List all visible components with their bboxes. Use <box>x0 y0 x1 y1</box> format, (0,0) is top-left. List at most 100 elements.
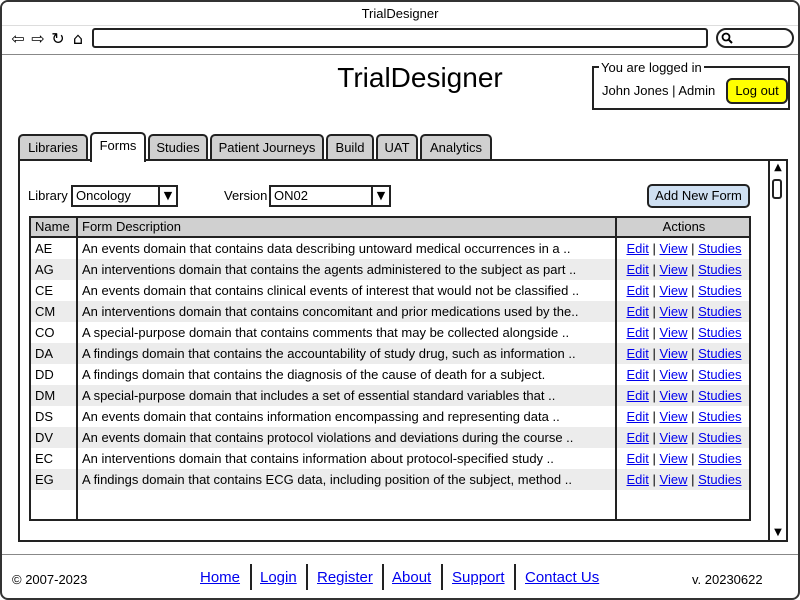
forward-icon[interactable]: ⇨ <box>28 29 48 49</box>
edit-link[interactable]: Edit <box>626 472 648 487</box>
edit-link[interactable]: Edit <box>626 409 648 424</box>
row-description: A findings domain that contains ECG data… <box>82 472 572 487</box>
row-description: An events domain that contains data desc… <box>82 241 571 256</box>
row-description: A special-purpose domain that contains c… <box>82 325 570 340</box>
window-title: TrialDesigner <box>2 2 798 26</box>
view-link[interactable]: View <box>660 241 688 256</box>
edit-link[interactable]: Edit <box>626 346 648 361</box>
row-name: DA <box>35 346 54 361</box>
studies-link[interactable]: Studies <box>698 367 741 382</box>
column-header-actions: Actions <box>662 219 706 234</box>
forms-table: Name Form Description Actions AE An event… <box>29 216 751 521</box>
view-link[interactable]: View <box>660 346 688 361</box>
edit-link[interactable]: Edit <box>626 241 648 256</box>
edit-link[interactable]: Edit <box>626 451 648 466</box>
action-separator: | <box>691 346 695 361</box>
row-actions: Edit | View | Studies <box>619 322 749 343</box>
footer-link-register[interactable]: Register <box>317 570 373 586</box>
edit-link[interactable]: Edit <box>626 283 648 298</box>
row-actions: Edit | View | Studies <box>619 238 749 259</box>
edit-link[interactable]: Edit <box>626 388 648 403</box>
studies-link[interactable]: Studies <box>698 241 741 256</box>
tab-build[interactable]: Build <box>326 134 374 160</box>
studies-link[interactable]: Studies <box>698 346 741 361</box>
view-link[interactable]: View <box>660 262 688 277</box>
scrollbar-thumb[interactable] <box>772 179 782 199</box>
address-bar[interactable] <box>92 28 708 48</box>
tab-studies[interactable]: Studies <box>148 134 208 160</box>
browser-toolbar: ⇦ ⇨ ↻ ⌂ <box>2 26 798 54</box>
scroll-down-icon[interactable]: ▼ <box>772 528 784 538</box>
tab-forms[interactable]: Forms <box>90 132 146 162</box>
edit-link[interactable]: Edit <box>626 430 648 445</box>
back-icon[interactable]: ⇦ <box>8 29 28 49</box>
scroll-up-icon[interactable]: ▲ <box>772 163 784 173</box>
column-header-description: Form Description <box>82 219 181 234</box>
edit-link[interactable]: Edit <box>626 367 648 382</box>
tab-patient-journeys[interactable]: Patient Journeys <box>210 134 324 160</box>
view-link[interactable]: View <box>660 325 688 340</box>
studies-link[interactable]: Studies <box>698 451 741 466</box>
action-separator: | <box>691 388 695 403</box>
reload-icon[interactable]: ↻ <box>48 29 68 49</box>
row-actions: Edit | View | Studies <box>619 280 749 301</box>
row-actions: Edit | View | Studies <box>619 343 749 364</box>
footer-divider <box>441 564 443 590</box>
row-name: DM <box>35 388 56 403</box>
footer-link-login[interactable]: Login <box>260 570 297 586</box>
table-row: CM An interventions domain that contains … <box>31 301 749 322</box>
view-link[interactable]: View <box>660 304 688 319</box>
view-link[interactable]: View <box>660 451 688 466</box>
home-icon[interactable]: ⌂ <box>68 29 88 49</box>
studies-link[interactable]: Studies <box>698 304 741 319</box>
studies-link[interactable]: Studies <box>698 325 741 340</box>
row-description: A findings domain that contains the acco… <box>82 346 576 361</box>
tab-analytics[interactable]: Analytics <box>420 134 492 160</box>
app-version: v. 20230622 <box>692 572 763 587</box>
row-description: A findings domain that contains the diag… <box>82 367 546 382</box>
browser-window: TrialDesigner ⇦ ⇨ ↻ ⌂ TrialDesigner You … <box>0 0 800 600</box>
action-separator: | <box>691 430 695 445</box>
row-description: An events domain that contains clinical … <box>82 283 580 298</box>
view-link[interactable]: View <box>660 472 688 487</box>
view-link[interactable]: View <box>660 388 688 403</box>
copyright: © 2007-2023 <box>12 572 88 587</box>
action-separator: | <box>652 367 656 382</box>
footer-link-contact-us[interactable]: Contact Us <box>525 570 599 586</box>
edit-link[interactable]: Edit <box>626 262 648 277</box>
add-new-form-button[interactable]: Add New Form <box>647 184 750 208</box>
login-status-label: You are logged in <box>599 60 704 76</box>
browser-search-box[interactable] <box>716 28 794 48</box>
studies-link[interactable]: Studies <box>698 430 741 445</box>
vertical-scrollbar[interactable]: ▲ ▼ <box>768 161 786 540</box>
library-select[interactable]: Oncology ▼ <box>71 185 178 207</box>
row-name: EG <box>35 472 54 487</box>
edit-link[interactable]: Edit <box>626 325 648 340</box>
tab-uat[interactable]: UAT <box>376 134 418 160</box>
edit-link[interactable]: Edit <box>626 304 648 319</box>
studies-link[interactable]: Studies <box>698 388 741 403</box>
view-link[interactable]: View <box>660 283 688 298</box>
footer-divider <box>382 564 384 590</box>
page-title: TrialDesigner <box>337 62 503 93</box>
studies-link[interactable]: Studies <box>698 409 741 424</box>
tab-libraries[interactable]: Libraries <box>18 134 88 160</box>
view-link[interactable]: View <box>660 367 688 382</box>
studies-link[interactable]: Studies <box>698 472 741 487</box>
search-icon <box>721 32 733 44</box>
footer-link-about[interactable]: About <box>392 570 431 586</box>
table-row: EC An interventions domain that contains … <box>31 448 749 469</box>
footer-link-home[interactable]: Home <box>200 570 240 586</box>
studies-link[interactable]: Studies <box>698 283 741 298</box>
row-actions: Edit | View | Studies <box>619 406 749 427</box>
divider <box>2 54 798 55</box>
action-separator: | <box>652 325 656 340</box>
studies-link[interactable]: Studies <box>698 262 741 277</box>
action-separator: | <box>691 409 695 424</box>
view-link[interactable]: View <box>660 409 688 424</box>
action-separator: | <box>652 241 656 256</box>
version-select[interactable]: ON02 ▼ <box>269 185 391 207</box>
logout-button[interactable]: Log out <box>726 78 788 104</box>
view-link[interactable]: View <box>660 430 688 445</box>
footer-link-support[interactable]: Support <box>452 570 505 586</box>
